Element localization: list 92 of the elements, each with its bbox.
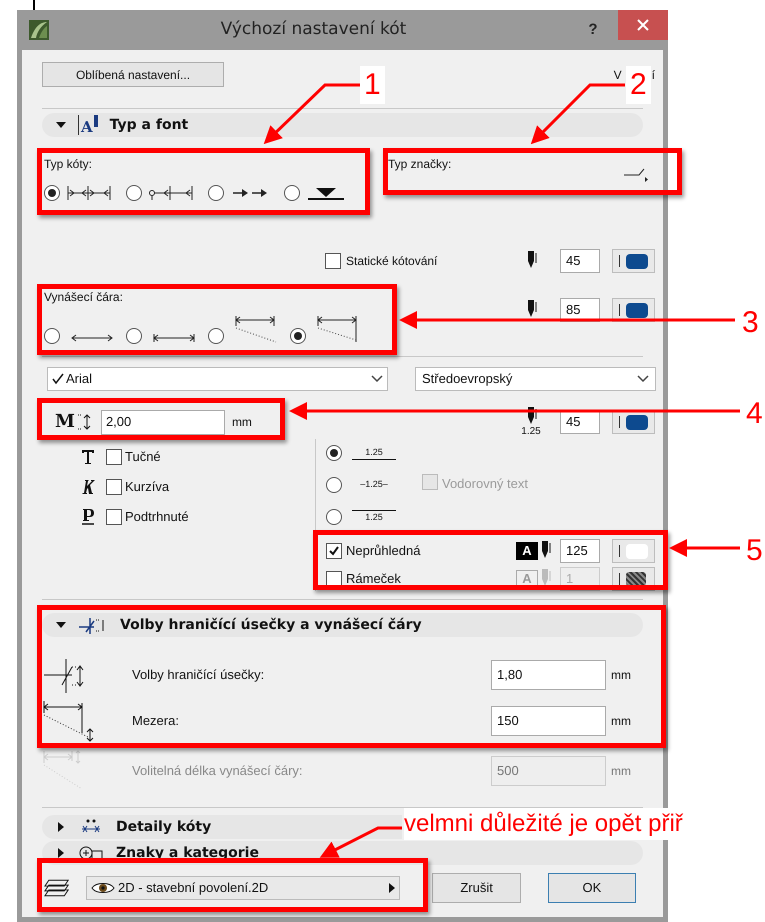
checkbox[interactable] <box>325 253 341 269</box>
dimension-ticks-icon <box>66 185 112 201</box>
field-label: Volby hraničící úsečky: <box>132 666 264 684</box>
dialog-button[interactable]: Zrušit <box>432 873 521 903</box>
radio-button[interactable] <box>284 185 300 201</box>
text-fill-icon: A <box>516 542 538 560</box>
checkbox[interactable] <box>326 543 342 559</box>
unit-label: mm <box>611 763 631 780</box>
opaque-label: Neprůhledná <box>346 542 420 560</box>
unit-label: mm <box>232 414 252 431</box>
underline-p-icon <box>81 508 95 526</box>
height-arrow-icon <box>76 412 91 432</box>
checkbox[interactable] <box>106 509 122 525</box>
annotation-number: 2 <box>626 66 651 104</box>
expanded-triangle-icon <box>56 620 66 630</box>
close-button[interactable] <box>618 10 668 40</box>
static-dimension-label: Statické kótování <box>346 253 438 270</box>
close-icon <box>637 19 649 31</box>
radio-button[interactable] <box>208 328 224 344</box>
value-field[interactable]: 150 <box>491 706 606 736</box>
chevron-down-icon <box>371 375 383 383</box>
annotation-number: 5 <box>745 533 764 569</box>
position-sample: 1.25 <box>352 446 396 460</box>
label-fragment: í <box>652 67 655 84</box>
checkbox[interactable] <box>106 479 122 495</box>
submenu-arrow-icon <box>389 883 396 893</box>
value-field[interactable]: 1,80 <box>491 660 606 690</box>
line-ticks-icon <box>152 332 196 344</box>
radio-button[interactable] <box>44 328 60 344</box>
bold-t-icon <box>81 449 95 465</box>
color-button[interactable] <box>612 249 655 273</box>
radio-button[interactable] <box>126 185 142 201</box>
unit-label: mm <box>611 713 631 730</box>
position-sample: 1.25 <box>352 510 396 524</box>
radio-button[interactable] <box>326 477 342 493</box>
font-select[interactable]: Arial <box>47 367 388 391</box>
help-button[interactable]: ? <box>578 15 608 45</box>
radio-button[interactable] <box>126 328 142 344</box>
style-label: Tučné <box>125 448 161 466</box>
italic-k-icon <box>81 479 95 495</box>
field-label: Mezera: <box>132 712 179 730</box>
collapsed-triangle-icon <box>56 822 66 832</box>
label-fragment: V <box>614 67 622 84</box>
encoding-select[interactable]: Středoevropský <box>415 367 656 391</box>
annotation-number: 1 <box>360 66 385 104</box>
section-title: Typ a font <box>110 116 188 134</box>
pattern-swatch <box>626 572 646 586</box>
dimension-type-label: Typ kóty: <box>44 156 94 173</box>
style-label: Kurzíva <box>125 478 170 496</box>
checkbox[interactable] <box>106 449 122 465</box>
section-title: Znaky a kategorie <box>116 844 259 862</box>
app-logo-icon <box>29 20 49 40</box>
color-button[interactable] <box>612 539 655 563</box>
position-sample: –1.25– <box>359 478 389 492</box>
radio-button[interactable] <box>326 445 342 461</box>
section-header[interactable]: Detaily kóty <box>42 815 402 839</box>
annotation-number: 3 <box>741 305 760 341</box>
pen-size-label: 1.25 <box>521 427 541 437</box>
text-size-field[interactable]: 2,00 <box>100 410 225 434</box>
window-title: Výchozí nastavení kót <box>220 18 408 42</box>
expanded-triangle-icon <box>56 120 66 130</box>
style-label: Podtrhnuté <box>125 508 189 526</box>
witness-line-label: Vynášecí čára: <box>44 289 124 306</box>
eye-icon <box>90 881 115 895</box>
witness-sloped-icon <box>234 314 278 344</box>
radio-button[interactable] <box>326 509 342 525</box>
radio-button[interactable] <box>290 328 306 344</box>
horizontal-text-label: Vodorovný text <box>442 475 528 493</box>
collapsed-triangle-icon <box>56 848 66 858</box>
level-marker-icon <box>306 185 346 201</box>
section-title: Detaily kóty <box>116 818 212 836</box>
marker-type-label: Typ značky: <box>388 156 452 173</box>
pen-field[interactable]: 45 <box>560 249 600 273</box>
line-arrows-icon <box>70 332 114 344</box>
radio-button[interactable] <box>208 185 224 201</box>
radio-button[interactable] <box>44 185 60 201</box>
pen-field[interactable]: 125 <box>560 539 600 563</box>
frame-label: Rámeček <box>346 570 401 588</box>
dimension-dot-icon <box>148 185 194 201</box>
annotation-arrow <box>669 539 740 557</box>
section-header[interactable]: Volby hraničící úsečky a vynášecí čáry <box>42 613 643 637</box>
text-height-letter: M <box>55 413 75 431</box>
unit-label: mm <box>611 667 631 684</box>
layers-icon <box>43 878 70 898</box>
field-label: Volitelná délka vynášecí čáry: <box>132 762 303 780</box>
dialog-button[interactable]: OK <box>548 873 636 903</box>
chevron-down-icon <box>637 375 649 383</box>
layer-combination-select[interactable]: 2D - stavební povolení.2D <box>86 876 400 900</box>
annotation-number: 4 <box>745 396 764 432</box>
favorites-button[interactable]: Oblíbená nastavení... <box>42 62 224 87</box>
section-title: Volby hraničící úsečky a vynášecí čáry <box>120 616 422 634</box>
section-header[interactable]: A Typ a font <box>42 113 643 137</box>
